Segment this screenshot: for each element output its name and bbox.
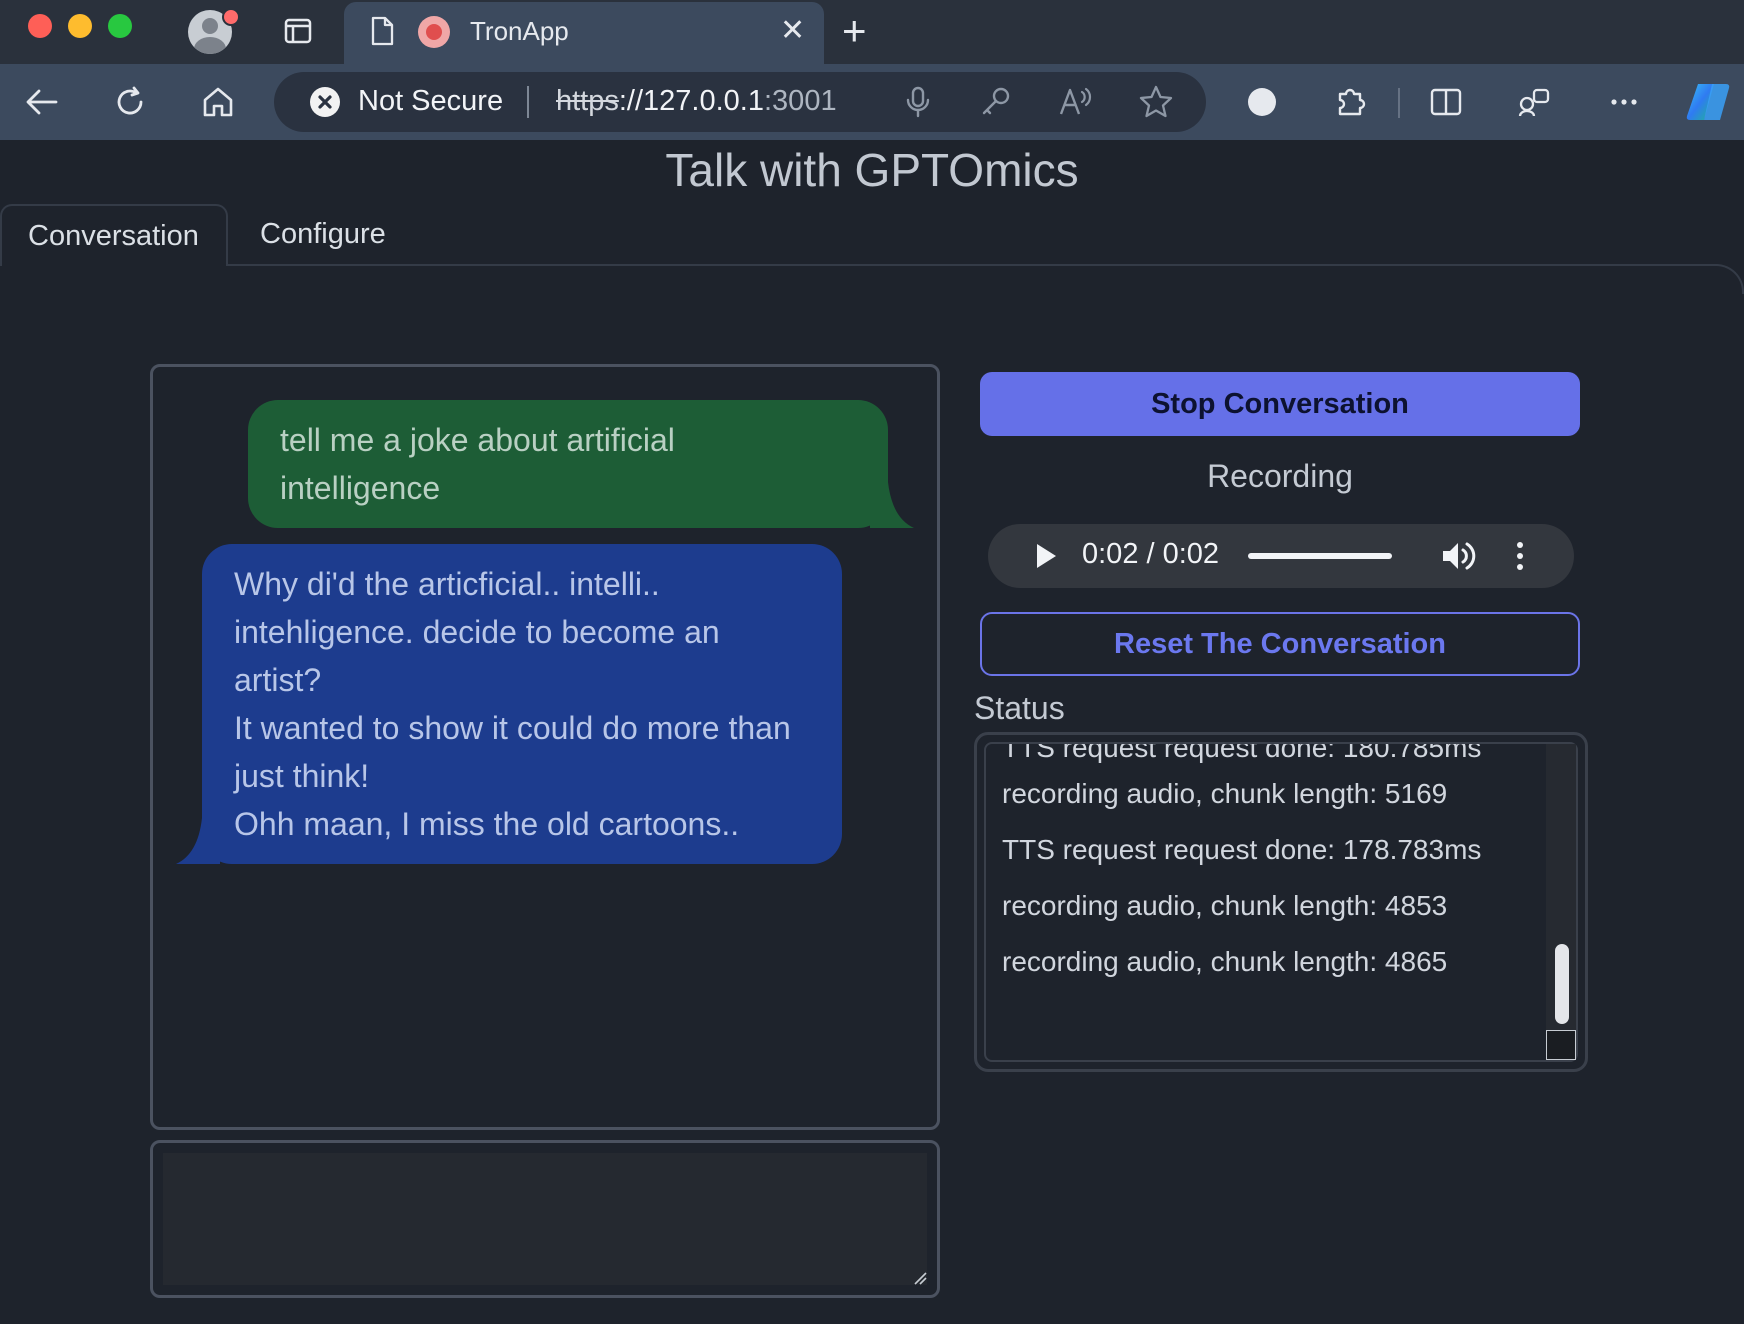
reload-icon[interactable] xyxy=(112,84,148,120)
copilot-icon[interactable] xyxy=(1684,80,1732,124)
microphone-icon[interactable] xyxy=(900,84,936,120)
close-window-button[interactable] xyxy=(28,14,52,38)
tab-conversation[interactable]: Conversation xyxy=(0,204,228,266)
extension-circle-icon[interactable] xyxy=(1244,84,1280,120)
audio-progress-bar[interactable] xyxy=(1248,553,1392,559)
url-text[interactable]: https://127.0.0.1:3001 xyxy=(556,85,837,118)
status-line: recording audio, chunk length: 5169 xyxy=(1002,778,1448,809)
status-line: TTS request request done: 178.783ms xyxy=(1002,834,1482,865)
home-icon[interactable] xyxy=(200,84,236,120)
status-line: recording audio, chunk length: 4865 xyxy=(1002,946,1448,977)
audio-time: 0:02 / 0:02 xyxy=(1082,538,1220,570)
tab-panel-border xyxy=(228,264,1718,266)
tab-configure[interactable]: Configure xyxy=(228,204,428,266)
assistant-message-bubble: Why di'd the articficial.. intelli.. int… xyxy=(202,544,842,864)
tab-panel-corner xyxy=(1700,264,1744,294)
play-icon[interactable] xyxy=(1034,543,1058,569)
tab-conversation-label: Conversation xyxy=(28,220,199,252)
url-scheme: https xyxy=(556,85,619,117)
address-divider xyxy=(527,86,529,118)
favorite-star-icon[interactable] xyxy=(1138,84,1174,120)
close-tab-icon[interactable]: ✕ xyxy=(780,14,805,48)
browser-tab-bar xyxy=(0,0,1744,64)
minimize-window-button[interactable] xyxy=(68,14,92,38)
key-icon[interactable] xyxy=(978,84,1014,120)
user-message-bubble: tell me a joke about artificial intellig… xyxy=(248,400,888,528)
avatar-body-shape xyxy=(194,37,226,54)
audio-more-options-icon[interactable] xyxy=(1512,540,1528,572)
not-secure-label[interactable]: Not Secure xyxy=(358,85,503,118)
profile-notification-dot xyxy=(222,8,240,26)
status-scrollbar-thumb[interactable] xyxy=(1555,944,1569,1024)
assistant-bubble-tail xyxy=(176,818,220,864)
resize-grip-icon[interactable] xyxy=(913,1271,927,1285)
tab-actions-icon[interactable] xyxy=(284,18,312,44)
recording-indicator-icon xyxy=(418,16,450,48)
active-browser-tab[interactable] xyxy=(344,2,824,64)
page-title: Talk with GPTOmics xyxy=(665,144,1079,196)
back-arrow-icon[interactable] xyxy=(24,84,60,120)
status-line: TTS request request done: 180.785ms xyxy=(1002,742,1482,763)
collections-icon[interactable] xyxy=(1516,84,1552,120)
user-bubble-tail xyxy=(870,482,914,528)
tab-configure-label: Configure xyxy=(260,218,386,250)
recording-label: Recording xyxy=(1207,458,1353,494)
message-input-container xyxy=(150,1140,940,1298)
url-host: ://127.0.0.1 xyxy=(618,85,764,117)
url-port: :3001 xyxy=(764,85,837,117)
status-log[interactable]: TTS request request done: 180.785ms reco… xyxy=(984,742,1578,1062)
message-input[interactable] xyxy=(163,1153,927,1285)
reset-conversation-button[interactable]: Reset The Conversation xyxy=(980,612,1580,676)
browser-tab-title: TronApp xyxy=(470,16,569,46)
toolbar-divider xyxy=(1398,88,1400,118)
more-options-icon[interactable] xyxy=(1606,84,1642,120)
not-secure-icon[interactable] xyxy=(310,87,340,117)
status-resize-grip[interactable] xyxy=(1546,1030,1576,1060)
volume-icon[interactable] xyxy=(1440,538,1476,574)
page-icon xyxy=(371,16,394,46)
maximize-window-button[interactable] xyxy=(108,14,132,38)
split-screen-icon[interactable] xyxy=(1428,84,1464,120)
read-aloud-icon[interactable] xyxy=(1058,84,1094,120)
status-label: Status xyxy=(974,690,1065,726)
new-tab-icon[interactable]: + xyxy=(842,8,867,54)
stop-conversation-button[interactable]: Stop Conversation xyxy=(980,372,1580,436)
avatar-head-shape xyxy=(202,18,218,34)
extensions-puzzle-icon[interactable] xyxy=(1332,84,1368,120)
status-line: recording audio, chunk length: 4853 xyxy=(1002,890,1448,921)
